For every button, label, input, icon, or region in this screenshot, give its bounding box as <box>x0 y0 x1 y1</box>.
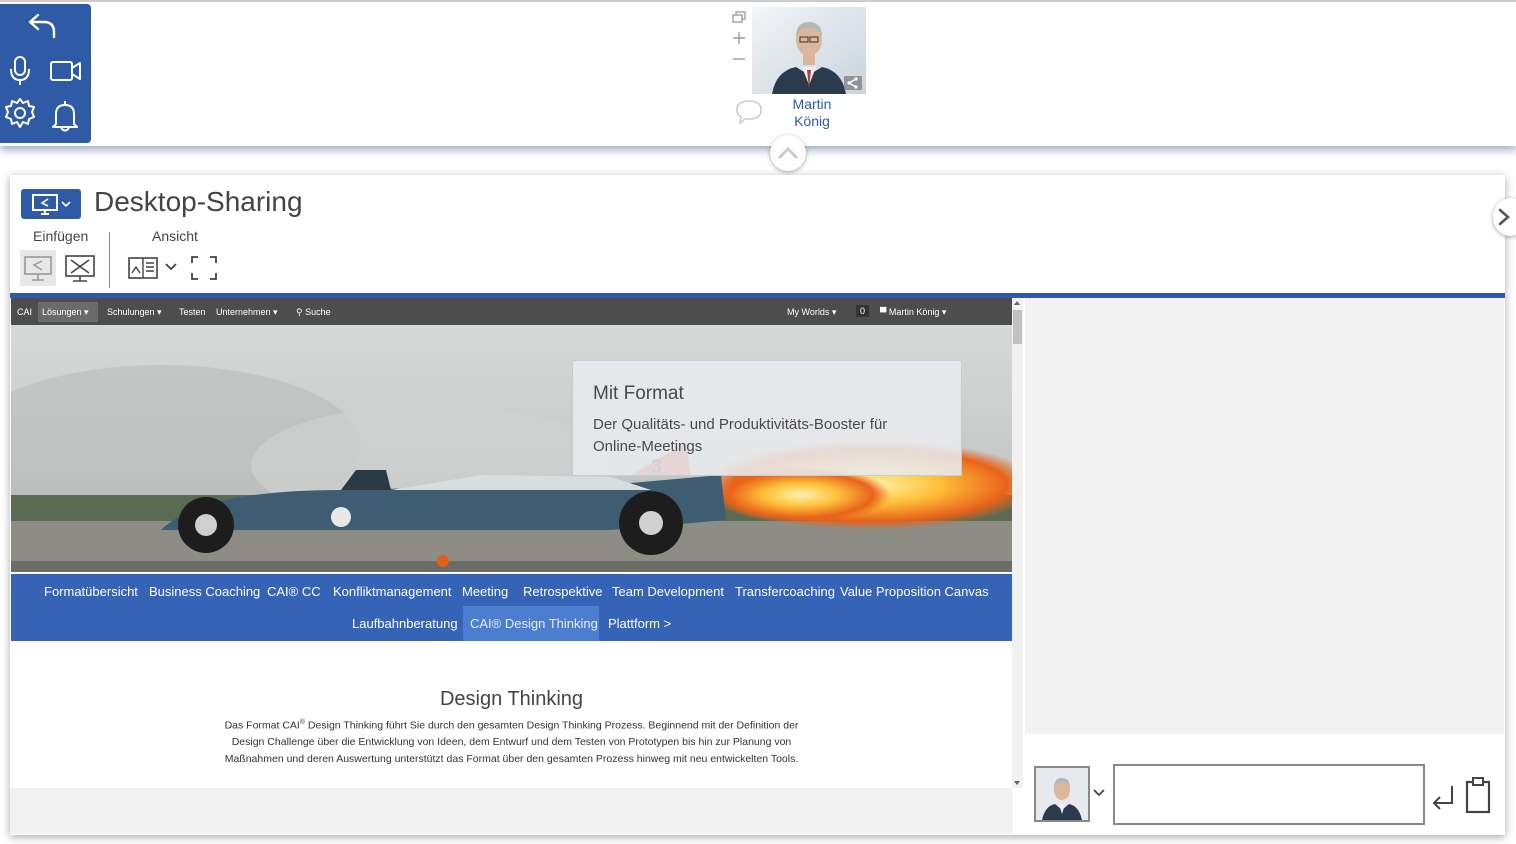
tile-controls <box>731 8 747 68</box>
insert-group-label: Einfügen <box>33 228 89 244</box>
camera-icon[interactable] <box>49 58 83 84</box>
hero-banner: 3 Mit Format Der Qualitäts- und Produkti… <box>11 325 1012 572</box>
nav-item-solutions[interactable]: Lösungen ▾ <box>42 307 89 318</box>
shared-screen-scrollbar[interactable] <box>1012 298 1023 788</box>
screen-share-icon <box>31 194 58 215</box>
format-item[interactable]: Laufbahnberatung <box>352 616 458 631</box>
participant-name: Martin König <box>766 96 858 130</box>
microphone-icon[interactable] <box>9 55 31 87</box>
article-line-1-post: Design Thinking führt Sie durch den gesa… <box>305 719 799 732</box>
format-item[interactable]: Business Coaching <box>149 584 260 599</box>
participant-last-name: König <box>794 113 830 129</box>
hero-title: Mit Format <box>593 383 684 404</box>
chat-avatar[interactable] <box>1034 766 1090 822</box>
participant-video[interactable] <box>752 7 866 94</box>
enter-icon <box>1432 786 1453 810</box>
restore-icon[interactable] <box>731 8 747 26</box>
chevron-right-icon <box>1498 208 1510 226</box>
shared-screen-footer <box>10 788 1013 834</box>
article-body: Das Format CAI® Design Thinking führt Si… <box>211 715 812 767</box>
settings-icon[interactable] <box>4 97 36 129</box>
undo-icon[interactable] <box>26 11 58 39</box>
scroll-up-arrow[interactable] <box>1014 301 1020 305</box>
chevron-down-icon <box>1093 789 1105 797</box>
chat-bubble-icon[interactable] <box>735 98 763 124</box>
article-line-1: Das Format CAI® Design Thinking führt Si… <box>211 715 812 734</box>
collapse-topbar-button[interactable] <box>770 135 806 171</box>
nav-item-trainings[interactable]: Schulungen ▾ <box>107 307 162 318</box>
participant-first-name: Martin <box>792 96 832 112</box>
view-options-dropdown[interactable] <box>164 262 178 272</box>
format-menu: Formatübersicht Business Coaching CAI® C… <box>11 574 1012 641</box>
format-item[interactable]: Konfliktmanagement <box>333 584 452 599</box>
nav-item-search[interactable]: ⚲ Suche <box>296 307 331 318</box>
format-item[interactable]: CAI® CC <box>267 584 321 599</box>
chevron-down-icon <box>60 201 71 208</box>
send-button[interactable] <box>1430 783 1456 813</box>
format-item[interactable]: Meeting <box>462 584 508 599</box>
stop-share-button[interactable] <box>63 251 97 285</box>
view-layout-icon <box>128 257 158 279</box>
clipboard-icon <box>1465 777 1491 814</box>
view-group-label: Ansicht <box>152 228 198 244</box>
nav-item-solutions-label: Lösungen <box>42 307 82 317</box>
nav-item-trainings-label: Schulungen <box>107 307 155 317</box>
bell-icon[interactable] <box>50 98 80 132</box>
fullscreen-icon <box>191 256 217 280</box>
chevron-up-icon <box>778 146 798 159</box>
chat-input[interactable] <box>1113 764 1425 825</box>
format-item[interactable]: Transfercoaching <box>735 584 835 599</box>
scroll-thumb[interactable] <box>1013 310 1022 344</box>
minus-icon[interactable] <box>731 50 747 68</box>
stop-share-icon <box>65 255 95 282</box>
site-nav: CAI Lösungen ▾ Schulungen ▾ Testen Unter… <box>11 298 1012 325</box>
search-icon: ⚲ <box>296 307 303 317</box>
scroll-down-arrow[interactable] <box>1014 781 1020 785</box>
format-item[interactable]: Plattform > <box>608 616 671 631</box>
nav-user[interactable]: ▀ Martin König ▾ <box>880 307 946 318</box>
plus-icon[interactable] <box>731 29 747 47</box>
format-item[interactable]: Value Proposition Canvas <box>840 584 989 599</box>
hero-text-box: Mit Format Der Qualitäts- und Produktivi… <box>572 360 962 476</box>
nav-item-company[interactable]: Unternehmen ▾ <box>216 307 278 318</box>
control-panel <box>0 4 91 143</box>
nav-item-cai[interactable]: CAI <box>17 307 32 317</box>
view-layout-button[interactable] <box>127 255 159 281</box>
panel-title: Desktop-Sharing <box>94 186 303 217</box>
nav-item-search-label: Suche <box>305 307 331 317</box>
nav-count-badge: 0 <box>856 305 870 317</box>
side-chat-area <box>1025 298 1504 734</box>
article-title: Design Thinking <box>439 688 584 710</box>
avatar-dropdown[interactable] <box>1092 788 1106 798</box>
format-item[interactable]: Formatübersicht <box>44 584 138 599</box>
nav-my-worlds[interactable]: My Worlds ▾ <box>787 307 836 318</box>
toolbar-divider <box>109 232 110 288</box>
screen-share-mode-button[interactable] <box>21 189 81 219</box>
fullscreen-button[interactable] <box>189 254 219 282</box>
share-screen-button[interactable] <box>20 250 56 286</box>
article-line-2: Design Challenge über die Entwicklung vo… <box>231 736 792 748</box>
nav-item-company-label: Unternehmen <box>216 307 271 317</box>
shared-screen[interactable]: CAI Lösungen ▾ Schulungen ▾ Testen Unter… <box>11 298 1012 788</box>
clipboard-button[interactable] <box>1465 776 1491 814</box>
article-line-1-pre: Das Format CAI <box>224 719 300 732</box>
nav-my-worlds-label: My Worlds <box>787 307 830 317</box>
nav-user-label: Martin König <box>888 307 940 317</box>
chevron-down-icon <box>165 263 177 271</box>
hero-subtitle: Der Qualitäts- und Produktivitäts-Booste… <box>593 416 888 455</box>
article-line-3: Maßnahmen und deren Auswertung unterstüt… <box>224 752 799 765</box>
share-badge-icon <box>844 76 862 90</box>
format-item[interactable]: Team Development <box>612 584 724 599</box>
share-screen-icon <box>24 256 52 281</box>
format-item-active[interactable]: CAI® Design Thinking <box>470 616 598 631</box>
nav-item-testing[interactable]: Testen <box>179 307 206 317</box>
format-item[interactable]: Retrospektive <box>523 584 602 599</box>
